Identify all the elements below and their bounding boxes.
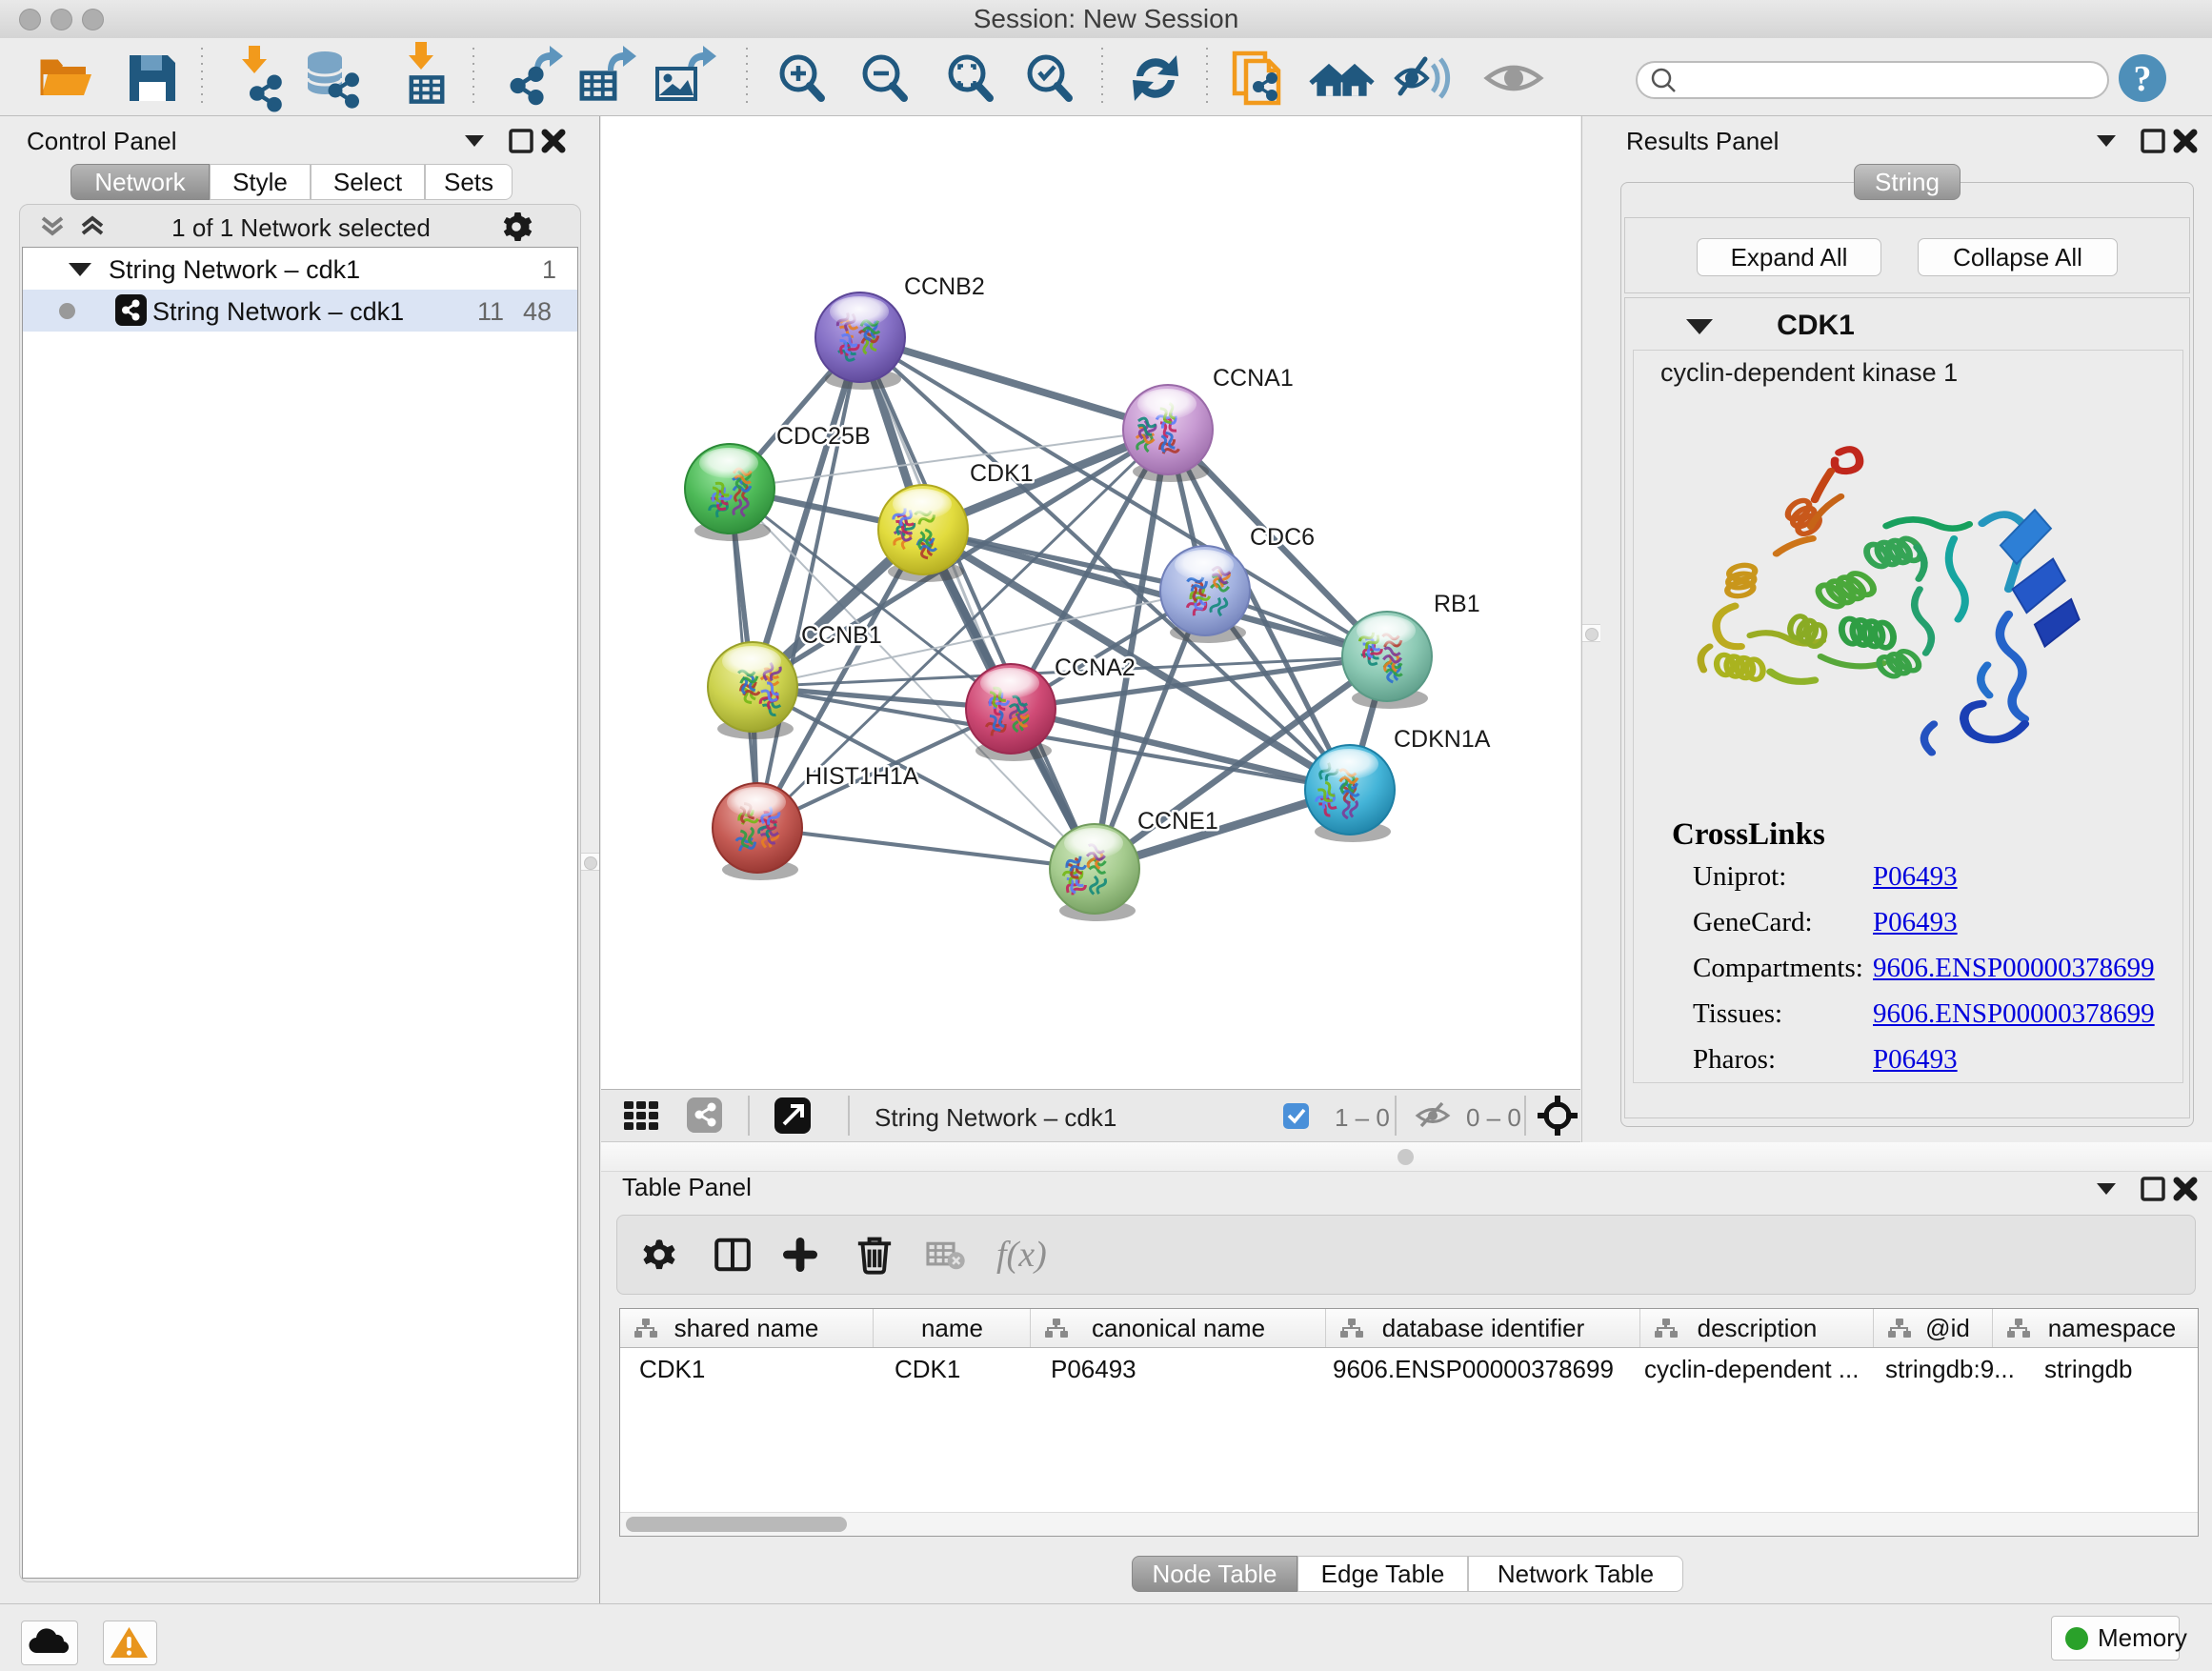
svg-text:CCNB2: CCNB2 [904,273,985,300]
svg-text:CDKN1A: CDKN1A [1394,726,1491,753]
svg-text:f(x): f(x) [996,1235,1047,1275]
svg-text:CDK1: CDK1 [970,460,1034,487]
svg-text:CCNA2: CCNA2 [1055,654,1136,681]
svg-text:CDC6: CDC6 [1250,524,1315,551]
svg-text:CCNA1: CCNA1 [1213,365,1294,392]
svg-text:CDC25B: CDC25B [776,423,871,450]
svg-text:CCNB1: CCNB1 [801,622,882,649]
svg-text:?: ? [2134,59,2152,99]
svg-text:RB1: RB1 [1434,591,1480,617]
svg-text:CCNE1: CCNE1 [1137,808,1218,835]
svg-text:HIST1H1A: HIST1H1A [805,763,919,790]
